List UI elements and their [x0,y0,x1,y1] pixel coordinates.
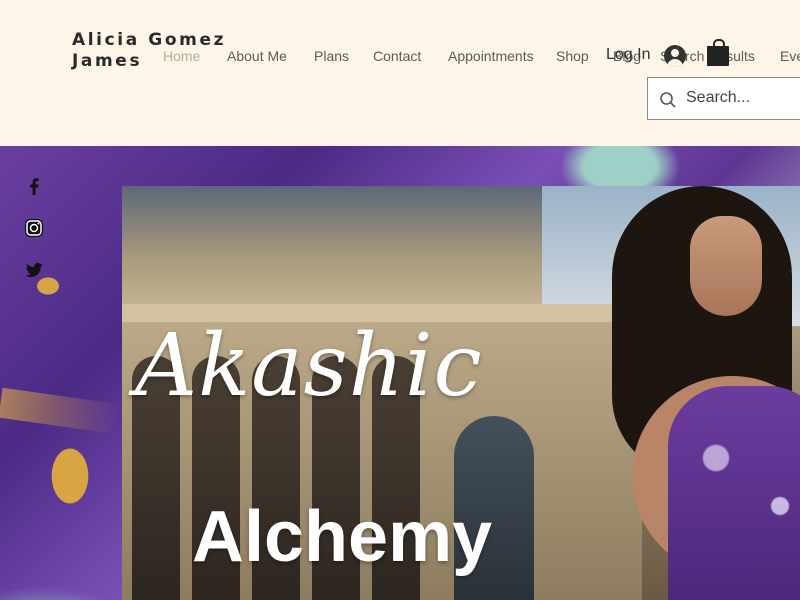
site-header: Alicia Gomez James Home About Me Plans C… [0,0,800,146]
hero-title-script: Akashic [135,316,483,416]
account-icon[interactable] [664,45,686,67]
nav-item-contact[interactable]: Contact [373,48,421,64]
hero-title-sub: Alchemy [192,497,493,577]
facebook-icon[interactable] [22,174,46,198]
nav-item-plans[interactable]: Plans [314,48,349,64]
site-title[interactable]: Alicia Gomez James [72,30,232,72]
nav-item-shop[interactable]: Shop [556,48,589,64]
nav-item-about-me[interactable]: About Me [227,48,287,64]
search-input[interactable] [686,86,800,110]
nav-item-appointments[interactable]: Appointments [448,48,534,64]
hero-section: Akashic Alchemy [0,146,800,600]
cart-icon[interactable] [707,38,729,66]
nav-item-home[interactable]: Home [163,48,200,64]
instagram-icon[interactable] [22,216,46,240]
decorative-gold-swirl [0,387,122,435]
twitter-icon[interactable] [22,258,46,282]
nav-item-events[interactable]: Eve [780,48,800,64]
search-icon [660,92,676,108]
search-bar[interactable] [647,77,800,120]
login-link[interactable]: Log In [606,46,650,64]
